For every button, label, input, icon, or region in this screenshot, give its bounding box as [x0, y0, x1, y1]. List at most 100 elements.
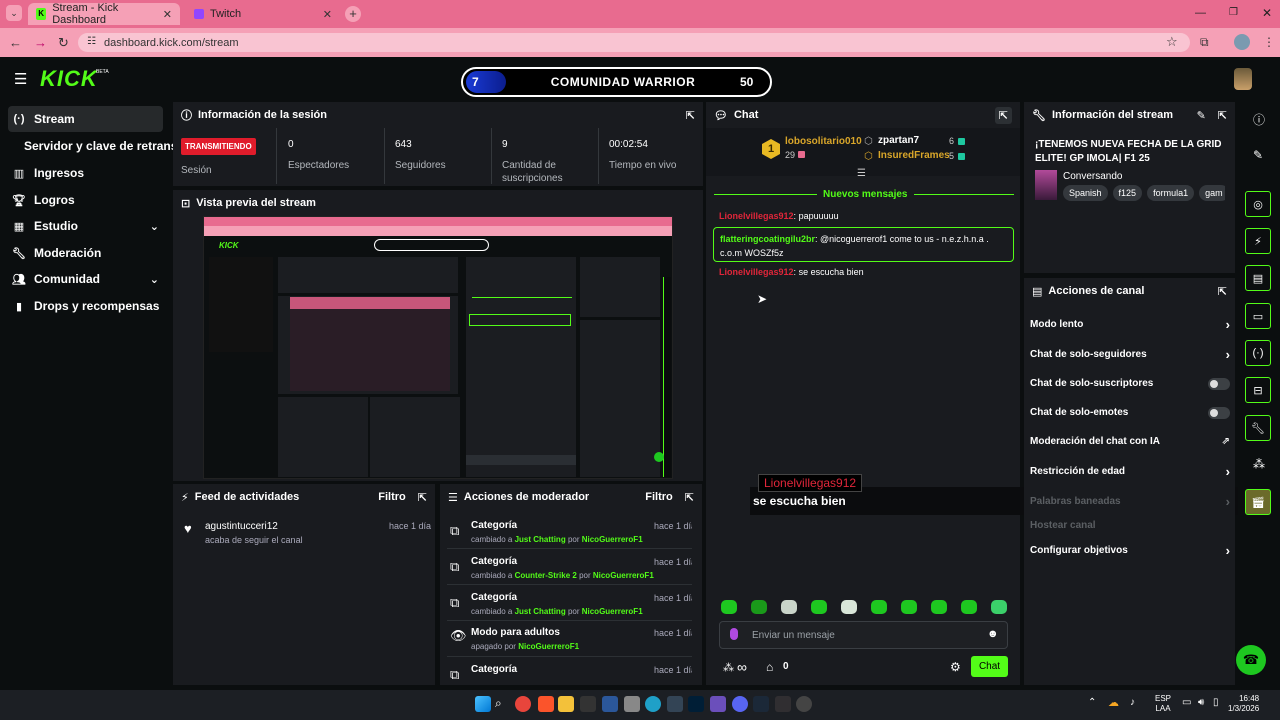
rail-button-broadcast[interactable]: (·) [1245, 340, 1271, 366]
sidebar-item-estudio[interactable]: ▦ Estudio ⌄ [8, 213, 163, 239]
edge-icon[interactable] [645, 696, 661, 712]
share-icon[interactable]: ⁂ [1253, 457, 1265, 471]
hamburger-menu-icon[interactable]: ☰ [14, 70, 27, 88]
edit-icon[interactable]: ✎ [1197, 109, 1206, 122]
collapse-leaderboard-icon[interactable]: ☰ [857, 168, 866, 179]
popout-icon[interactable]: ⇱ [1218, 285, 1227, 298]
close-window-icon[interactable]: ✕ [1262, 6, 1272, 20]
tray-icon[interactable]: ♪ [1130, 697, 1135, 708]
back-icon[interactable]: ← [9, 35, 22, 50]
tray-icon[interactable]: ☁ [1108, 696, 1119, 709]
app-icon[interactable] [710, 696, 726, 712]
browser-menu-icon[interactable]: ⋮ [1263, 35, 1275, 49]
leader-name[interactable]: InsuredFrames [878, 150, 950, 161]
emotes-only-toggle[interactable] [1208, 406, 1230, 419]
rail-button-layout[interactable]: ⊟ [1245, 377, 1271, 403]
emote-icon[interactable] [781, 600, 797, 614]
emote-icon[interactable] [721, 600, 737, 614]
popout-icon[interactable]: ⇱ [1218, 109, 1227, 122]
microphone-icon[interactable] [730, 628, 738, 640]
filter-button[interactable]: Filtro [645, 491, 673, 503]
emote-icon[interactable] [961, 600, 977, 614]
windows-start-icon[interactable] [475, 696, 491, 712]
channel-action-ai-moderation[interactable]: Moderación del chat con IA ⇗ [1030, 427, 1230, 456]
sidebar-item-ingresos[interactable]: ▥ Ingresos [8, 160, 163, 186]
channel-action-slow-mode[interactable]: Modo lento › [1030, 310, 1230, 339]
reload-icon[interactable]: ↻ [58, 35, 69, 51]
tray-chevron-icon[interactable]: ⌃ [1088, 697, 1096, 708]
emote-icon[interactable] [991, 600, 1007, 614]
user-avatar[interactable] [1234, 68, 1252, 90]
photos-icon[interactable] [624, 696, 640, 712]
site-info-icon[interactable]: ☷ [87, 36, 96, 47]
info-icon[interactable]: ⓘ [1253, 111, 1265, 128]
emote-icon[interactable] [931, 600, 947, 614]
discord-icon[interactable] [732, 696, 748, 712]
forward-icon[interactable]: → [34, 35, 47, 50]
sidebar-item-server-key[interactable]: Servidor y clave de retransm [20, 133, 175, 159]
emote-icon[interactable] [811, 600, 827, 614]
stream-preview-video[interactable]: KICK [203, 216, 673, 479]
sidebar-item-drops[interactable]: ▮ Drops y recompensas [8, 293, 163, 319]
profile-avatar[interactable] [1234, 34, 1250, 50]
filter-button[interactable]: Filtro [378, 491, 406, 503]
rail-button-focus[interactable]: ◎ [1245, 191, 1271, 217]
sidebar-item-stream[interactable]: (·) Stream [8, 106, 163, 132]
rail-button-tools[interactable]: 🔧︎ [1245, 415, 1271, 441]
emoji-picker-icon[interactable]: ☻ [987, 628, 999, 640]
tag[interactable]: Spanish [1063, 185, 1108, 201]
channel-action-age-restriction[interactable]: Restricción de edad › [1030, 457, 1230, 486]
bookmark-star-icon[interactable]: ☆ [1166, 34, 1178, 50]
close-icon[interactable]: ✕ [163, 8, 172, 21]
browser-tab-twitch[interactable]: Twitch ✕ [186, 3, 340, 25]
file-explorer-icon[interactable] [558, 696, 574, 712]
popout-icon[interactable]: ⇱ [685, 491, 694, 504]
chat-send-button[interactable]: Chat [971, 656, 1008, 677]
minimize-icon[interactable]: — [1195, 7, 1206, 19]
emote-icon[interactable] [901, 600, 917, 614]
emote-icon[interactable] [751, 600, 767, 614]
address-bar[interactable]: dashboard.kick.com/stream [78, 33, 1190, 52]
volume-icon[interactable]: 🔊︎ [1198, 697, 1204, 708]
pencil-icon[interactable]: ✎ [1253, 148, 1263, 162]
steam-icon[interactable] [753, 696, 769, 712]
sidebar-item-logros[interactable]: 🏆︎ Logros [8, 187, 163, 213]
points-icon[interactable]: ⁂ [723, 661, 734, 674]
store-icon[interactable] [667, 696, 683, 712]
rail-button-bolt[interactable]: ⚡︎ [1245, 228, 1271, 254]
search-icon[interactable]: ⌕ [495, 696, 511, 712]
popout-icon[interactable]: ⇱ [686, 109, 695, 122]
rail-button-chat[interactable]: ▭ [1245, 303, 1271, 329]
chat-settings-icon[interactable]: ⚙ [950, 660, 961, 674]
channel-action-followers-only[interactable]: Chat de solo-seguidores › [1030, 340, 1230, 369]
popout-icon[interactable]: ⇱ [994, 106, 1012, 124]
sidebar-item-comunidad[interactable]: 👥︎ Comunidad ⌄ [8, 266, 163, 292]
new-tab-button[interactable]: + [345, 6, 361, 22]
subs-only-toggle[interactable] [1208, 377, 1230, 390]
support-button[interactable]: ☎ [1236, 645, 1266, 675]
tag[interactable]: formula1 [1147, 185, 1195, 201]
emote-icon[interactable] [841, 600, 857, 614]
close-icon[interactable]: ✕ [323, 8, 332, 21]
store-icon[interactable]: ⌂ [766, 660, 773, 674]
word-icon[interactable] [602, 696, 618, 712]
clock[interactable]: 16:48 1/3/2026 [1228, 694, 1259, 714]
tab-search-button[interactable]: ⌄ [6, 5, 22, 21]
language-indicator[interactable]: ESP LAA [1155, 694, 1171, 714]
rail-button-doc[interactable]: ▤ [1245, 265, 1271, 291]
chrome-icon[interactable] [515, 696, 531, 712]
sidebar-item-moderacion[interactable]: 🔧︎ Moderación [8, 240, 163, 266]
emote-icon[interactable] [871, 600, 887, 614]
extensions-icon[interactable]: ⧉ [1200, 35, 1209, 50]
activity-user[interactable]: agustintucceri12 [205, 521, 278, 532]
browser-tab-kick[interactable]: K Stream - Kick Dashboard ✕ [28, 2, 180, 26]
rail-button-clapper[interactable]: 🎬︎ [1245, 489, 1271, 515]
photoshop-icon[interactable] [688, 696, 704, 712]
battery-icon[interactable]: ▯ [1213, 697, 1219, 708]
obs-icon[interactable] [775, 696, 791, 712]
leader-name[interactable]: zpartan7 [878, 135, 919, 146]
terminal-icon[interactable] [580, 696, 596, 712]
kick-logo[interactable]: KICK [40, 66, 98, 92]
tag[interactable]: gam [1199, 185, 1225, 201]
channel-action-goals[interactable]: Configurar objetivos › [1030, 536, 1230, 565]
